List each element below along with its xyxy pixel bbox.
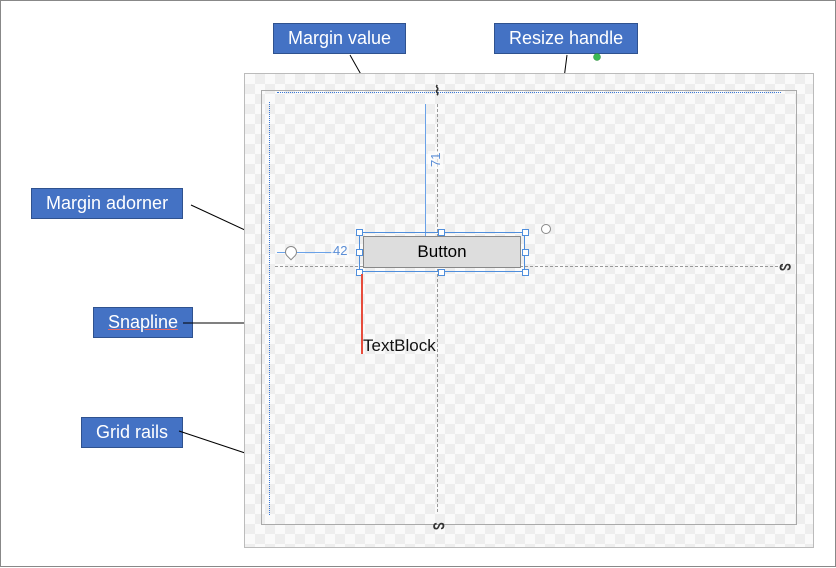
content-frame xyxy=(261,90,797,525)
handle-se[interactable] xyxy=(522,269,529,276)
margin-value-top: 71 xyxy=(428,151,443,169)
grid-col-splitter-top-icon[interactable]: ⌇ xyxy=(434,84,440,97)
margin-line-top xyxy=(425,104,426,236)
designer-surface[interactable]: ⌇ ᔕ ᔕ 71 42 Button TextBlock xyxy=(244,73,814,548)
grid-col-splitter-bottom-icon[interactable]: ᔕ xyxy=(433,518,445,531)
grid-rail-vertical[interactable] xyxy=(269,102,270,515)
grid-row-splitter-right-icon[interactable]: ᔕ xyxy=(779,259,791,272)
handle-s[interactable] xyxy=(438,269,445,276)
handle-nw[interactable] xyxy=(356,229,363,236)
handle-w[interactable] xyxy=(356,249,363,256)
designer-button[interactable]: Button xyxy=(363,236,521,268)
resize-handle[interactable] xyxy=(541,224,551,234)
grid-rail-horizontal[interactable] xyxy=(277,92,781,93)
margin-value-left: 42 xyxy=(331,243,349,258)
designer-textblock[interactable]: TextBlock xyxy=(363,336,436,356)
grid-row-line[interactable] xyxy=(275,266,783,267)
handle-n[interactable] xyxy=(438,229,445,236)
handle-ne[interactable] xyxy=(522,229,529,236)
handle-e[interactable] xyxy=(522,249,529,256)
